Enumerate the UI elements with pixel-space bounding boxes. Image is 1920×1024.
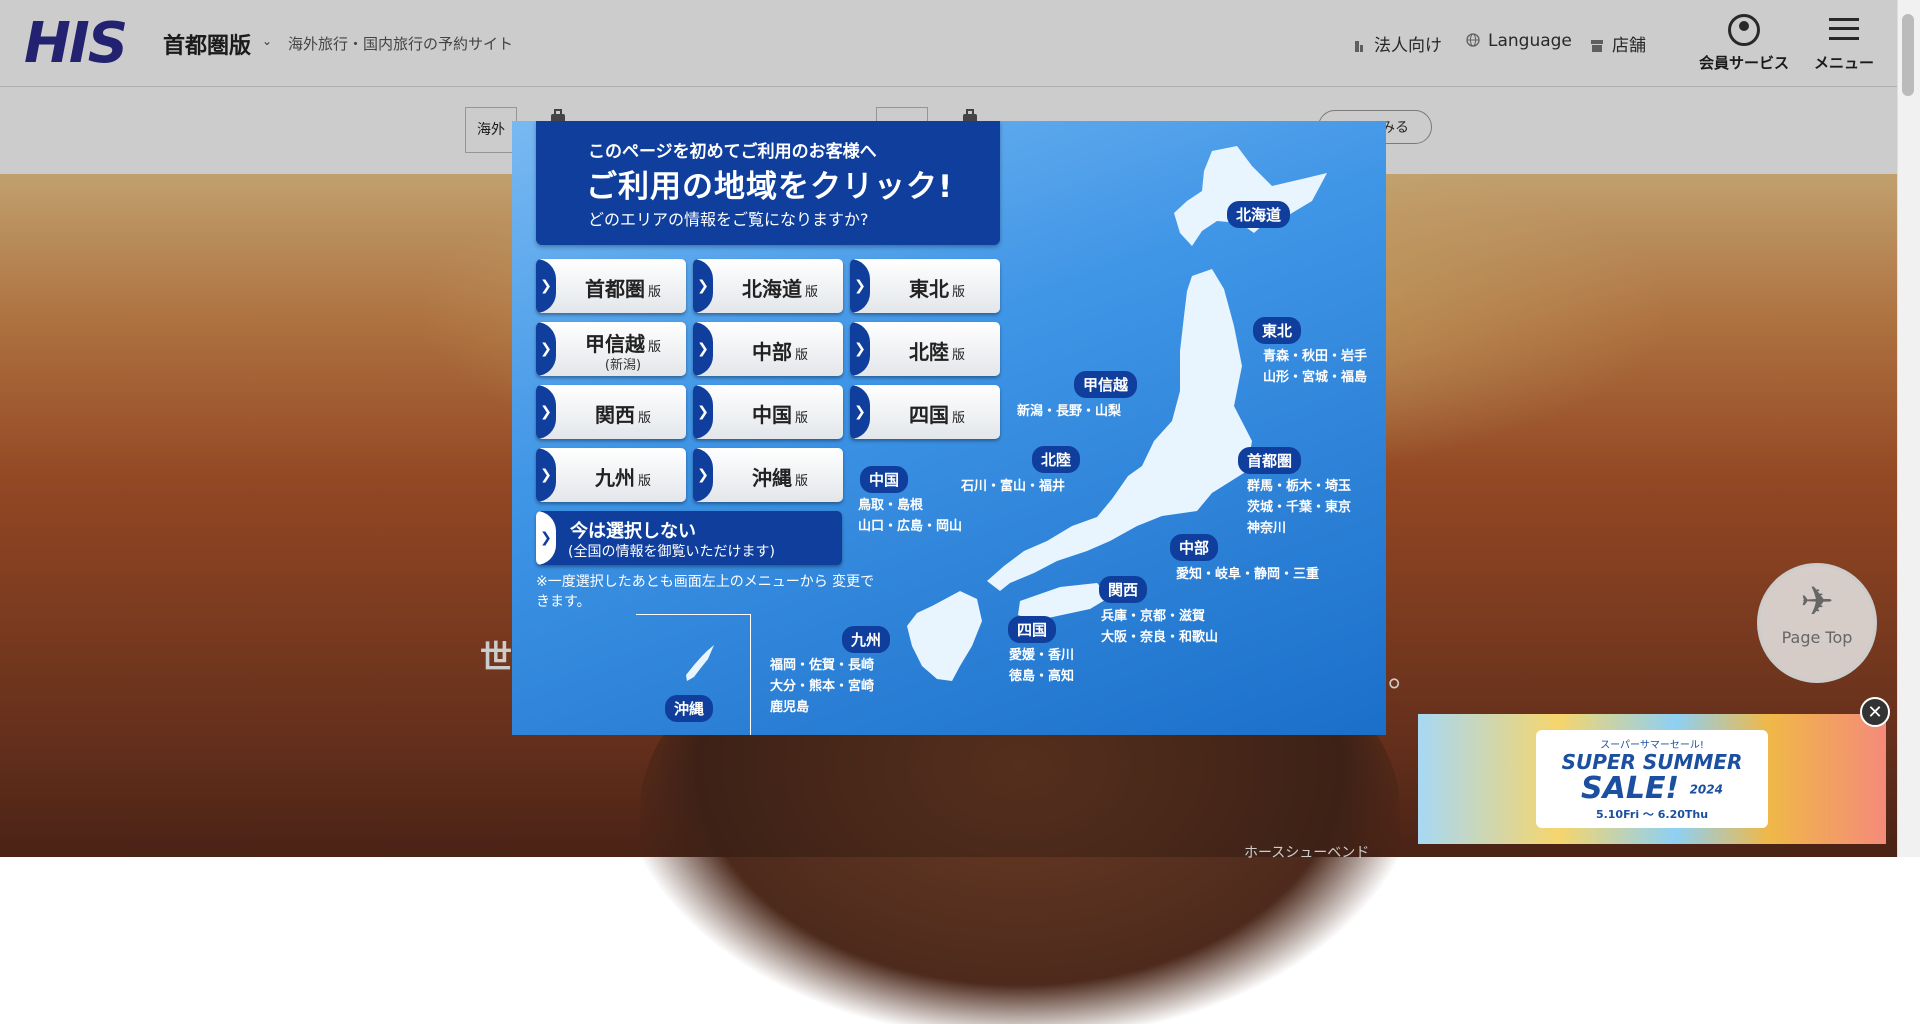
scrollbar-thumb[interactable] [1902,14,1914,96]
summer-sale-banner[interactable]: スーパーサマーセール! SUPER SUMMER SALE! 2024 5.10… [1418,714,1886,844]
map-label-chugoku[interactable]: 中国 [860,466,909,493]
version-suffix: 版 [951,411,965,426]
region-button-label: 中国 [751,403,792,427]
map-label-okinawa[interactable]: 沖縄 [665,695,714,722]
sale-subtitle: SALE! 2024 [1536,773,1768,806]
version-suffix: 版 [637,411,651,426]
region-button-chubu[interactable]: ❯ 中部版 [693,322,843,376]
region-button-label: 東北 [908,277,949,301]
map-prefs-hokuriku: 石川・富山・福井 [961,479,1066,494]
page-top-label: Page Top [1781,628,1853,647]
region-button-tohoku[interactable]: ❯ 東北版 [850,259,1000,313]
version-suffix: 版 [647,340,661,355]
region-button-chugoku[interactable]: ❯ 中国版 [693,385,843,439]
modal-subtitle: どのエリアの情報をご覧になりますか? [588,210,869,229]
region-button-label: 北陸 [908,340,949,364]
map-prefs-shutoken-3: 神奈川 [1247,521,1287,536]
map-label-shutoken[interactable]: 首都圏 [1238,447,1302,474]
chevron-right-icon: ❯ [850,322,870,376]
chevron-right-icon: ❯ [536,385,556,439]
version-suffix: 版 [637,474,651,489]
region-button-label: 甲信越 [584,332,645,356]
map-prefs-kyushu-2: 大分・熊本・宮崎 [770,679,875,694]
chevron-right-icon: ❯ [693,259,713,313]
chevron-right-icon: ❯ [850,385,870,439]
airplane-icon: ✈ [1800,579,1834,625]
map-label-kyushu[interactable]: 九州 [842,626,891,653]
map-prefs-shikoku-1: 愛媛・香川 [1009,648,1075,663]
chevron-right-icon: ❯ [693,385,713,439]
region-select-modal: このページを初めてご利用のお客様へ ご利用の地域をクリック! どのエリアの情報を… [512,121,1386,735]
sale-title: SUPER SUMMER [1561,750,1743,774]
map-label-tohoku[interactable]: 東北 [1253,317,1302,344]
skip-selection-subtitle: (全国の情報を御覧いただけます) [568,544,775,560]
skip-selection-button[interactable]: ❯ 今は選択しない (全国の情報を御覧いただけます) [536,511,842,565]
selection-note: ※一度選択したあとも画面左上のメニューから 変更できます。 [536,574,875,610]
map-prefs-tohoku-2: 山形・宮城・福島 [1263,370,1368,385]
chevron-right-icon: ❯ [536,448,556,502]
map-prefs-tohoku-1: 青森・秋田・岩手 [1263,349,1368,364]
map-prefs-shutoken-1: 群馬・栃木・埼玉 [1247,479,1352,494]
map-prefs-kansai-1: 兵庫・京都・滋賀 [1101,609,1206,624]
version-suffix: 版 [794,474,808,489]
map-prefs-kyushu-3: 鹿児島 [770,700,810,715]
version-suffix: 版 [804,285,818,300]
sale-dates: 5.10Fri ～ 6.20Thu [1595,807,1709,821]
scrollbar[interactable] [1897,0,1920,857]
map-label-koshinetsu[interactable]: 甲信越 [1074,371,1138,398]
version-suffix: 版 [647,285,661,300]
chevron-right-icon: ❯ [850,259,870,313]
region-button-shikoku[interactable]: ❯ 四国版 [850,385,1000,439]
region-button-label: 四国 [908,403,949,427]
region-button-label: 関西 [594,403,635,427]
chevron-right-icon: ❯ [536,511,556,565]
banner-close-button[interactable]: ✕ [1860,697,1890,727]
region-button-label: 九州 [594,466,635,490]
region-button-hokuriku[interactable]: ❯ 北陸版 [850,322,1000,376]
map-prefs-shikoku-2: 徳島・高知 [1009,669,1075,684]
map-label-hokuriku[interactable]: 北陸 [1032,446,1081,473]
modal-intro: このページを初めてご利用のお客様へ [588,142,877,162]
map-prefs-shutoken-2: 茨城・千葉・東京 [1247,500,1352,515]
map-prefs-chugoku-2: 山口・広島・岡山 [858,519,963,534]
region-button-okinawa[interactable]: ❯ 沖縄版 [693,448,843,502]
region-button-sublabel: (新潟) [604,358,642,373]
region-button-label: 沖縄 [751,466,792,490]
sale-subtitle-text: SALE! [1581,771,1680,806]
chevron-right-icon: ❯ [536,322,556,376]
chevron-right-icon: ❯ [693,322,713,376]
version-suffix: 版 [951,285,965,300]
map-hokkaido [1174,146,1327,246]
map-prefs-kansai-2: 大阪・奈良・和歌山 [1101,630,1219,645]
map-label-shikoku[interactable]: 四国 [1008,616,1057,643]
chevron-right-icon: ❯ [536,259,556,313]
map-prefs-chubu: 愛知・岐阜・静岡・三重 [1176,567,1320,582]
region-button-hokkaido[interactable]: ❯ 北海道版 [693,259,843,313]
modal-header: このページを初めてご利用のお客様へ ご利用の地域をクリック! どのエリアの情報を… [536,121,1000,245]
region-button-koshinetsu[interactable]: ❯ 甲信越版 (新潟) [536,322,686,376]
region-button-kyushu[interactable]: ❯ 九州版 [536,448,686,502]
page-top-button[interactable]: ✈ Page Top [1757,563,1877,683]
region-button-label: 北海道 [741,277,802,301]
sale-year-badge: 2024 [1689,782,1723,797]
version-suffix: 版 [794,411,808,426]
map-label-hokkaido[interactable]: 北海道 [1227,201,1291,228]
region-button-shutoken[interactable]: ❯ 首都圏版 [536,259,686,313]
sale-kana: スーパーサマーセール! [1600,740,1704,751]
skip-selection-title: 今は選択しない [570,521,696,542]
map-prefs-koshinetsu: 新潟・長野・山梨 [1017,404,1122,419]
region-button-kansai[interactable]: ❯ 関西版 [536,385,686,439]
map-prefs-kyushu-1: 福岡・佐賀・長崎 [770,658,875,673]
region-button-label: 首都圏 [584,277,645,301]
version-suffix: 版 [794,348,808,363]
map-prefs-chugoku-1: 鳥取・島根 [858,498,924,513]
region-button-label: 中部 [751,340,792,364]
version-suffix: 版 [951,348,965,363]
map-label-kansai[interactable]: 関西 [1099,576,1148,603]
map-label-chubu[interactable]: 中部 [1170,534,1219,561]
modal-title: ご利用の地域をクリック! [586,169,954,205]
sale-card: スーパーサマーセール! SUPER SUMMER SALE! 2024 5.10… [1536,730,1768,828]
map-kyushu [907,591,982,681]
chevron-right-icon: ❯ [693,448,713,502]
